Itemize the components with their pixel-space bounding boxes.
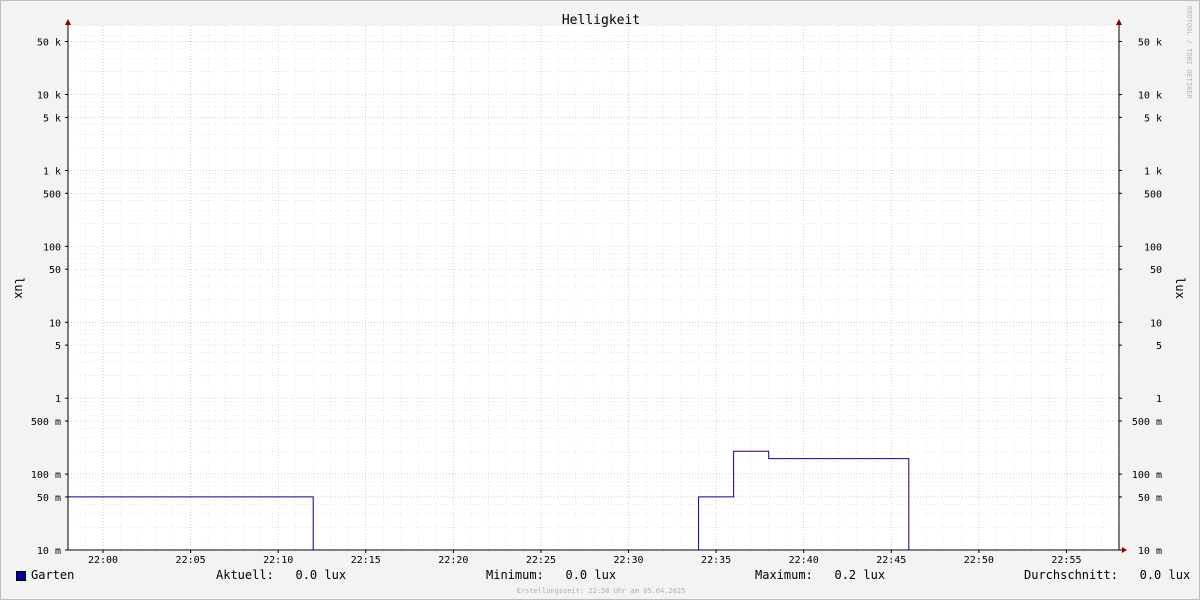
y-tick-label-left: 10 [49,318,61,329]
y-tick-label-right: 10 [1150,318,1162,329]
y-tick-label-right: 50 m [1138,493,1162,504]
chart: 22:00 22:05 22:10 22:15 22:20 22:25 22:30 22:35… [12,6,1193,595]
y-tick-label-left: 5 [55,341,61,352]
y-axis-label-left: lux [12,277,26,299]
y-tick-label-right: 50 k [1138,37,1162,48]
y-tick-label-left: 10 k [37,91,61,102]
y-tick-label-left: 50 [49,265,61,276]
y-tick-label-left: 500 m [31,417,61,428]
x-tick-label: 22:15 [351,555,381,566]
y-tick-label-right: 1 [1156,394,1162,405]
y-tick-label-right: 500 [1144,189,1162,200]
y-axis-label-right: lux [1173,277,1187,299]
graph-window: 22:00 22:05 22:10 22:15 22:20 22:25 22:30 22:35… [0,0,1200,600]
x-tick-label: 22:10 [263,555,293,566]
y-tick-label-right: 10 k [1138,91,1162,102]
y-tick-label-right: 5 [1156,341,1162,352]
y-tick-label-right: 100 m [1132,470,1162,481]
y-tick-label-left: 50 k [37,37,61,48]
x-axis-arrow-icon [1122,547,1127,553]
y-tick-label-right: 5 k [1144,113,1162,124]
y-tick-label-right: 1 k [1144,166,1162,177]
y-axis-arrow-right-icon [1116,19,1122,25]
y-tick-label-left: 100 [43,242,61,253]
x-tick-label: 22:00 [88,555,118,566]
x-tick-label: 22:50 [964,555,994,566]
y-tick-label-left: 1 [55,394,61,405]
legend-minimum: Minimum: 0.0 lux [486,568,617,582]
y-tick-label-left: 5 k [43,113,61,124]
x-tick-label: 22:45 [876,555,906,566]
y-tick-label-left: 50 m [37,493,61,504]
y-tick-label-left: 1 k [43,166,61,177]
legend-maximum: Maximum: 0.2 lux [755,568,886,582]
x-tick-label: 22:05 [176,555,206,566]
y-tick-label-left: 10 m [37,546,61,557]
x-tick-label: 22:55 [1051,555,1081,566]
y-tick-label-right: 50 [1150,265,1162,276]
legend-average: Durchschnitt: 0.0 lux [1024,568,1191,582]
x-tick-label: 22:30 [613,555,643,566]
y-tick-label-left: 500 [43,189,61,200]
y-tick-label-right: 500 m [1132,417,1162,428]
legend-swatch [16,571,26,581]
chart-title: Helligkeit [562,13,640,28]
y-tick-label-right: 10 m [1138,546,1162,557]
legend-series-name: Garten [31,568,75,582]
footer-timestamp: Erstellungszeit: 22:58 Uhr am 05.04.2025 [517,587,686,595]
x-tick-label: 22:35 [701,555,731,566]
legend-current: Aktuell: 0.0 lux [216,568,347,582]
x-tick-label: 22:40 [789,555,819,566]
y-tick-label-right: 100 [1144,242,1162,253]
x-tick-label: 22:25 [526,555,556,566]
watermark: RRDTOOL / TOBI OETIKER [1185,6,1193,100]
y-axis-arrow-left-icon [65,19,71,25]
x-tick-label: 22:20 [438,555,468,566]
y-tick-label-left: 100 m [31,470,61,481]
